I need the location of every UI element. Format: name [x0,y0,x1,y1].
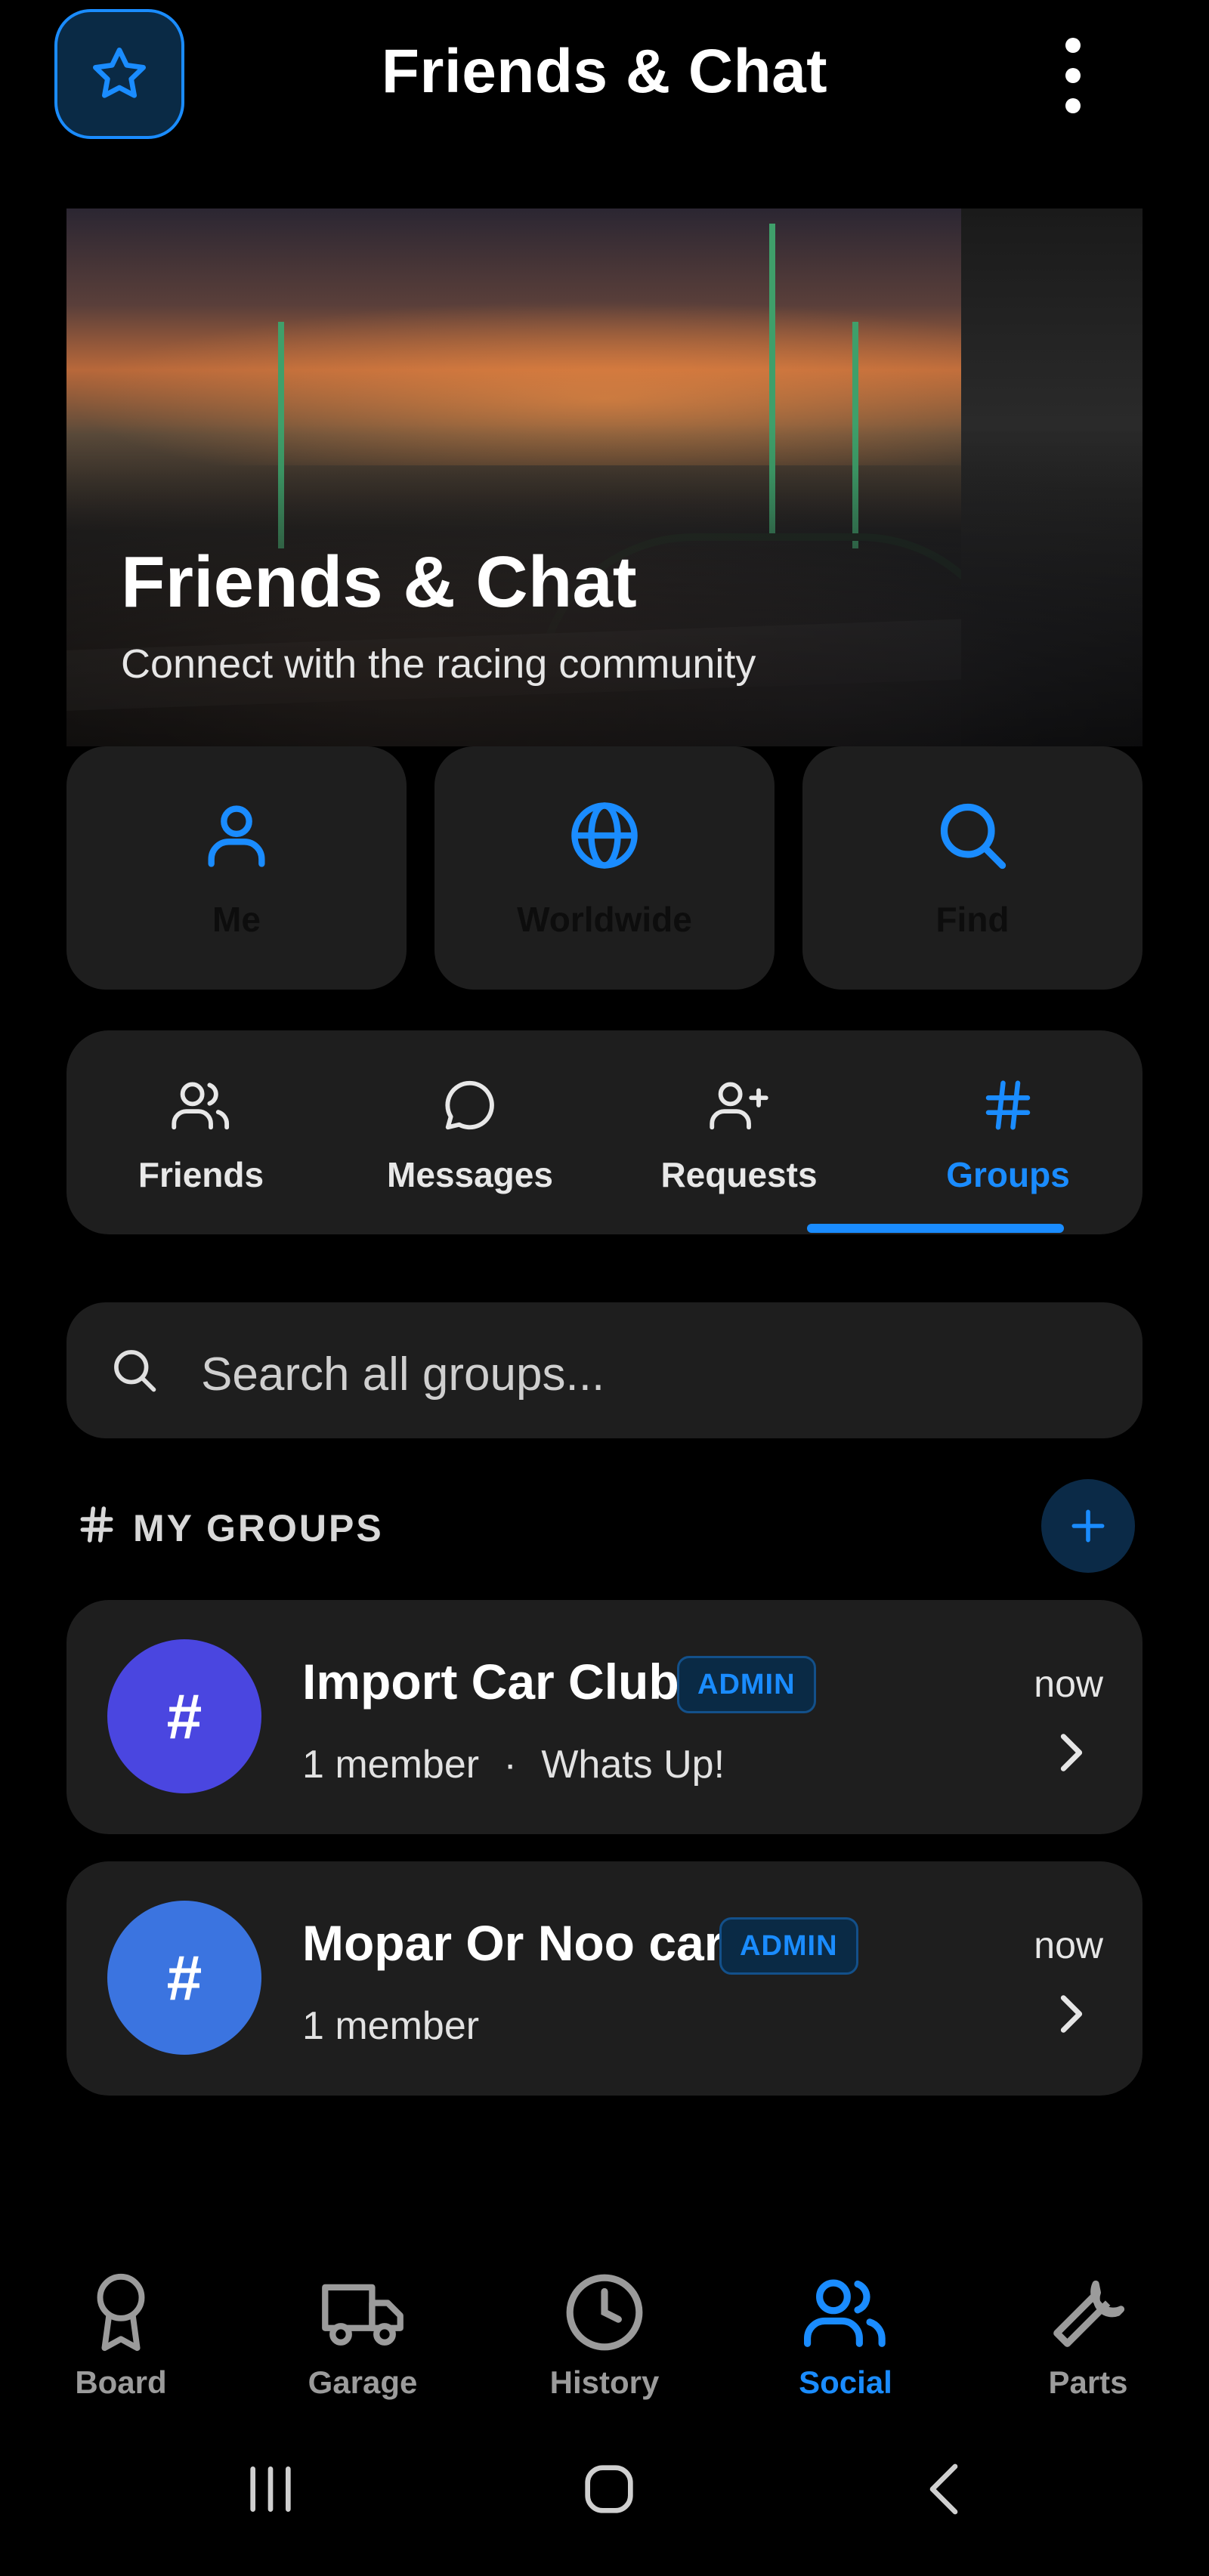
group-last-message: Whats Up! [541,1743,725,1787]
nav-label: Parts [1048,2364,1128,2400]
chat-bubble-icon [445,1080,494,1130]
add-group-button[interactable] [1041,1479,1135,1573]
group-avatar: # [107,1901,261,2055]
quick-action-label: Find [935,900,1010,939]
quick-action-me[interactable]: Me [66,746,407,990]
tab-label: Groups [946,1155,1070,1194]
group-members: 1 member [302,1743,480,1787]
admin-badge: ADMIN [719,1917,858,1975]
chevron-right-icon [1060,1734,1083,1771]
section-title: MY GROUPS [133,1507,384,1549]
tab-bar: Friends Messages Requests Groups [66,1030,1143,1234]
truck-icon [322,2284,404,2346]
plus-icon [1071,1509,1105,1543]
active-tab-indicator [807,1224,1064,1233]
more-vertical-icon [1065,38,1081,53]
user-icon [208,805,265,867]
quick-action-label: Me [212,900,261,939]
nav-label: Garage [308,2364,418,2400]
users-icon [804,2279,886,2347]
search-icon [940,803,1006,869]
group-card[interactable]: # Mopar Or Noo car ADMIN 1 member now [66,1861,1143,2096]
nav-board[interactable]: Board [30,2271,212,2401]
users-icon [172,1082,230,1130]
group-members: 1 member [302,2004,480,2048]
home-icon [585,2465,633,2513]
search-placeholder: Search all groups... [201,1348,605,1401]
group-meta: 1 member [302,2003,479,2049]
nav-label: Board [75,2364,167,2400]
page-title: Friends & Chat [381,37,828,106]
tab-label: Messages [387,1155,553,1194]
globe-icon [571,802,638,869]
tab-requests[interactable]: Requests [604,1030,874,1234]
quick-action-worldwide[interactable]: Worldwide [434,746,775,990]
chevron-right-icon [1060,1995,1083,2033]
wrench-icon [1053,2280,1125,2347]
quick-action-find[interactable]: Find [802,746,1143,990]
tab-label: Requests [660,1155,818,1194]
more-options-button[interactable] [1050,38,1096,113]
more-dot [1065,68,1081,83]
nav-garage[interactable]: Garage [272,2271,453,2401]
search-input[interactable]: Search all groups... [66,1302,1143,1438]
meta-separator: · [503,1743,517,1787]
recent-apps-button[interactable] [240,2459,301,2519]
group-time: now [1034,1924,1103,1966]
recents-icon [250,2466,291,2512]
group-name: Import Car Club [302,1654,679,1710]
group-name: Mopar Or Noo car [302,1915,724,1971]
hash-icon [76,1503,118,1546]
nav-history[interactable]: History [514,2271,695,2401]
hero-title: Friends & Chat [121,542,637,622]
clock-icon [566,2274,643,2351]
back-icon [929,2463,958,2515]
hero-subtitle: Connect with the racing community [121,641,756,687]
group-card[interactable]: # Import Car Club ADMIN 1 member · Whats… [66,1600,1143,1834]
nav-parts[interactable]: Parts [997,2271,1179,2401]
group-time: now [1034,1663,1103,1705]
admin-badge: ADMIN [677,1656,816,1713]
back-button[interactable] [917,2459,978,2519]
award-icon [97,2273,145,2352]
favorite-button[interactable] [54,9,184,139]
nav-social[interactable]: Social [755,2271,936,2401]
nav-label: Social [799,2364,892,2400]
tab-groups[interactable]: Groups [874,1030,1143,1234]
hash-icon [985,1080,1031,1130]
nav-label: History [549,2364,660,2400]
quick-action-label: Worldwide [517,900,692,939]
tab-label: Friends [138,1155,264,1194]
tab-messages[interactable]: Messages [335,1030,604,1234]
group-avatar: # [107,1639,261,1793]
user-plus-icon [710,1082,768,1130]
star-icon [93,47,147,98]
tab-friends[interactable]: Friends [66,1030,335,1234]
group-meta: 1 member · Whats Up! [302,1742,725,1787]
more-dot [1065,98,1081,113]
home-button[interactable] [579,2459,639,2519]
search-icon [114,1350,156,1392]
